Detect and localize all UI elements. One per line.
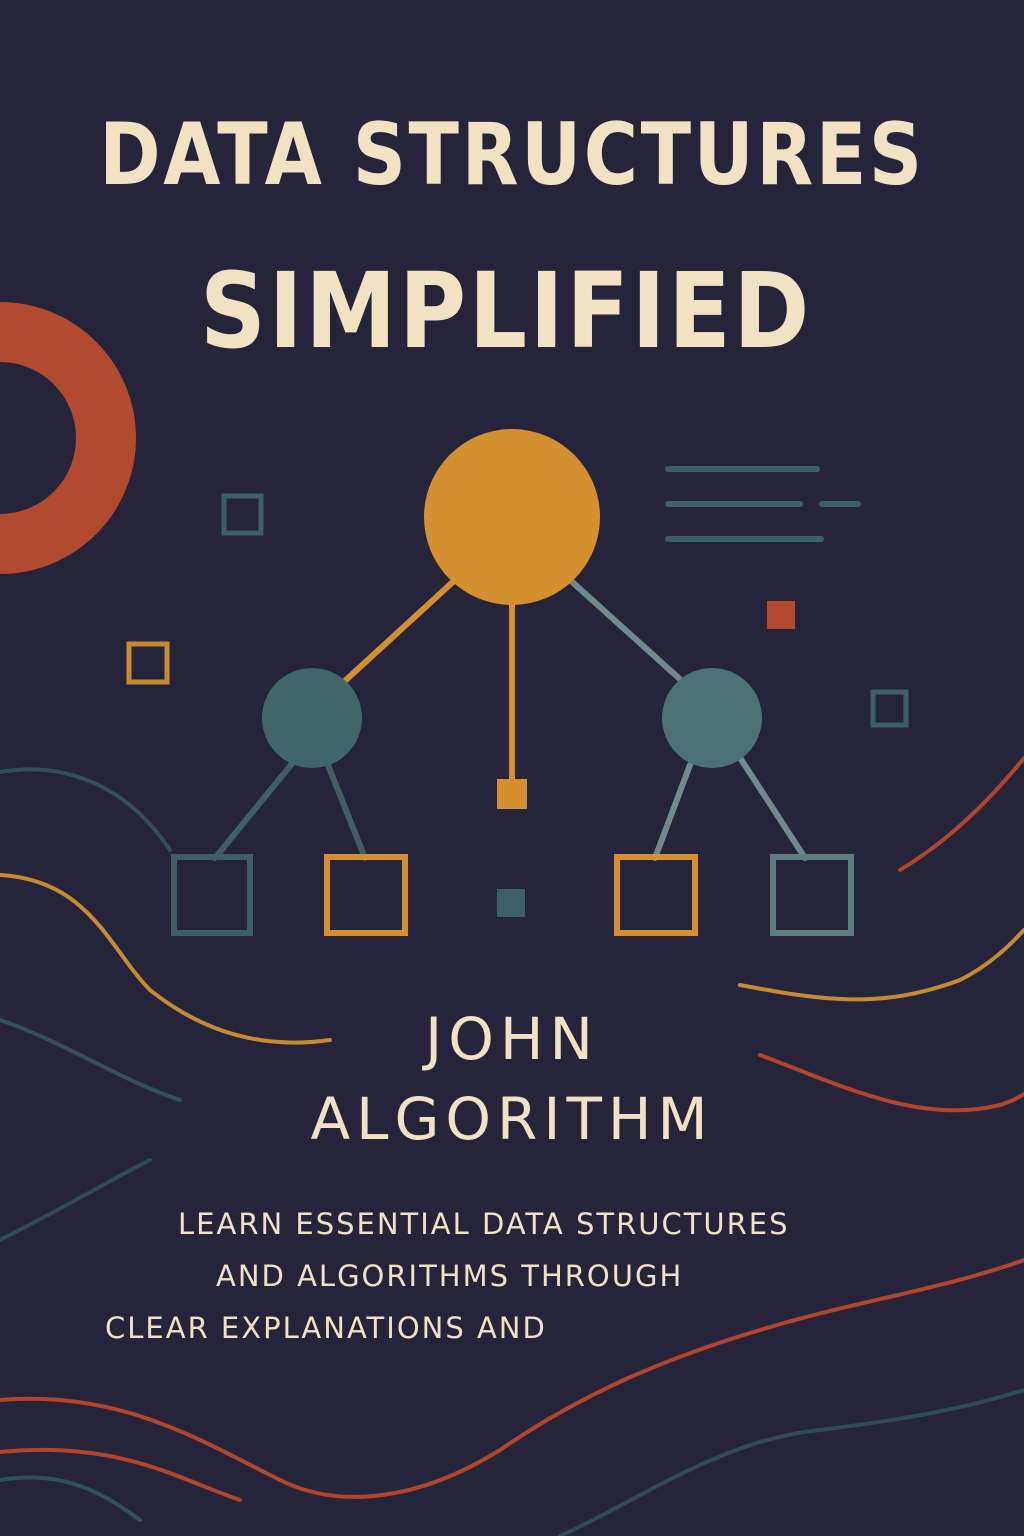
tagline-line-2: AND ALGORITHMS THROUGH (216, 1259, 684, 1293)
tagline-line-3: CLEAR EXPLANATIONS AND (105, 1311, 547, 1345)
author-last-name: ALGORITHM (310, 1085, 714, 1153)
decor-square-teal-1 (221, 493, 264, 536)
book-cover: DATA STRUCTURES SIMPLIFIED JOHN ALGORITH… (0, 0, 1024, 1536)
tree-right-node (662, 668, 762, 768)
tagline-line-1: LEARN ESSENTIAL DATA STRUCTURES (178, 1207, 790, 1241)
tree-leaf-3 (614, 854, 698, 936)
wave-rust-bottom-2 (0, 1447, 242, 1502)
author-first-name: JOHN (425, 1005, 599, 1073)
decor-square-teal-solid (497, 889, 525, 917)
wave-teal-bottom-right (558, 1388, 1024, 1536)
tree-middle-leaf (497, 779, 527, 809)
wave-rust-right-top (898, 756, 1024, 872)
decor-square-gold (126, 641, 170, 685)
text-lines-glyph (665, 466, 861, 542)
tree-root-node (424, 429, 600, 605)
cover-artwork (0, 302, 1024, 1536)
tree-leaf-2 (324, 854, 408, 936)
decor-square-rust-solid (767, 601, 795, 629)
decor-square-teal-2 (870, 689, 909, 728)
book-title-line-1: DATA STRUCTURES (99, 105, 925, 205)
tree-left-node (262, 668, 362, 768)
wave-teal-lower (0, 1158, 152, 1242)
tree-leaf-4 (770, 854, 854, 936)
tree-leaf-1 (171, 854, 253, 936)
book-title-line-2: SIMPLIFIED (200, 250, 812, 372)
wave-teal-bottom (0, 1475, 142, 1522)
wave-teal-top (0, 767, 172, 852)
wave-rust-bottom (0, 1258, 1024, 1499)
wave-gold-right (738, 928, 1024, 1002)
